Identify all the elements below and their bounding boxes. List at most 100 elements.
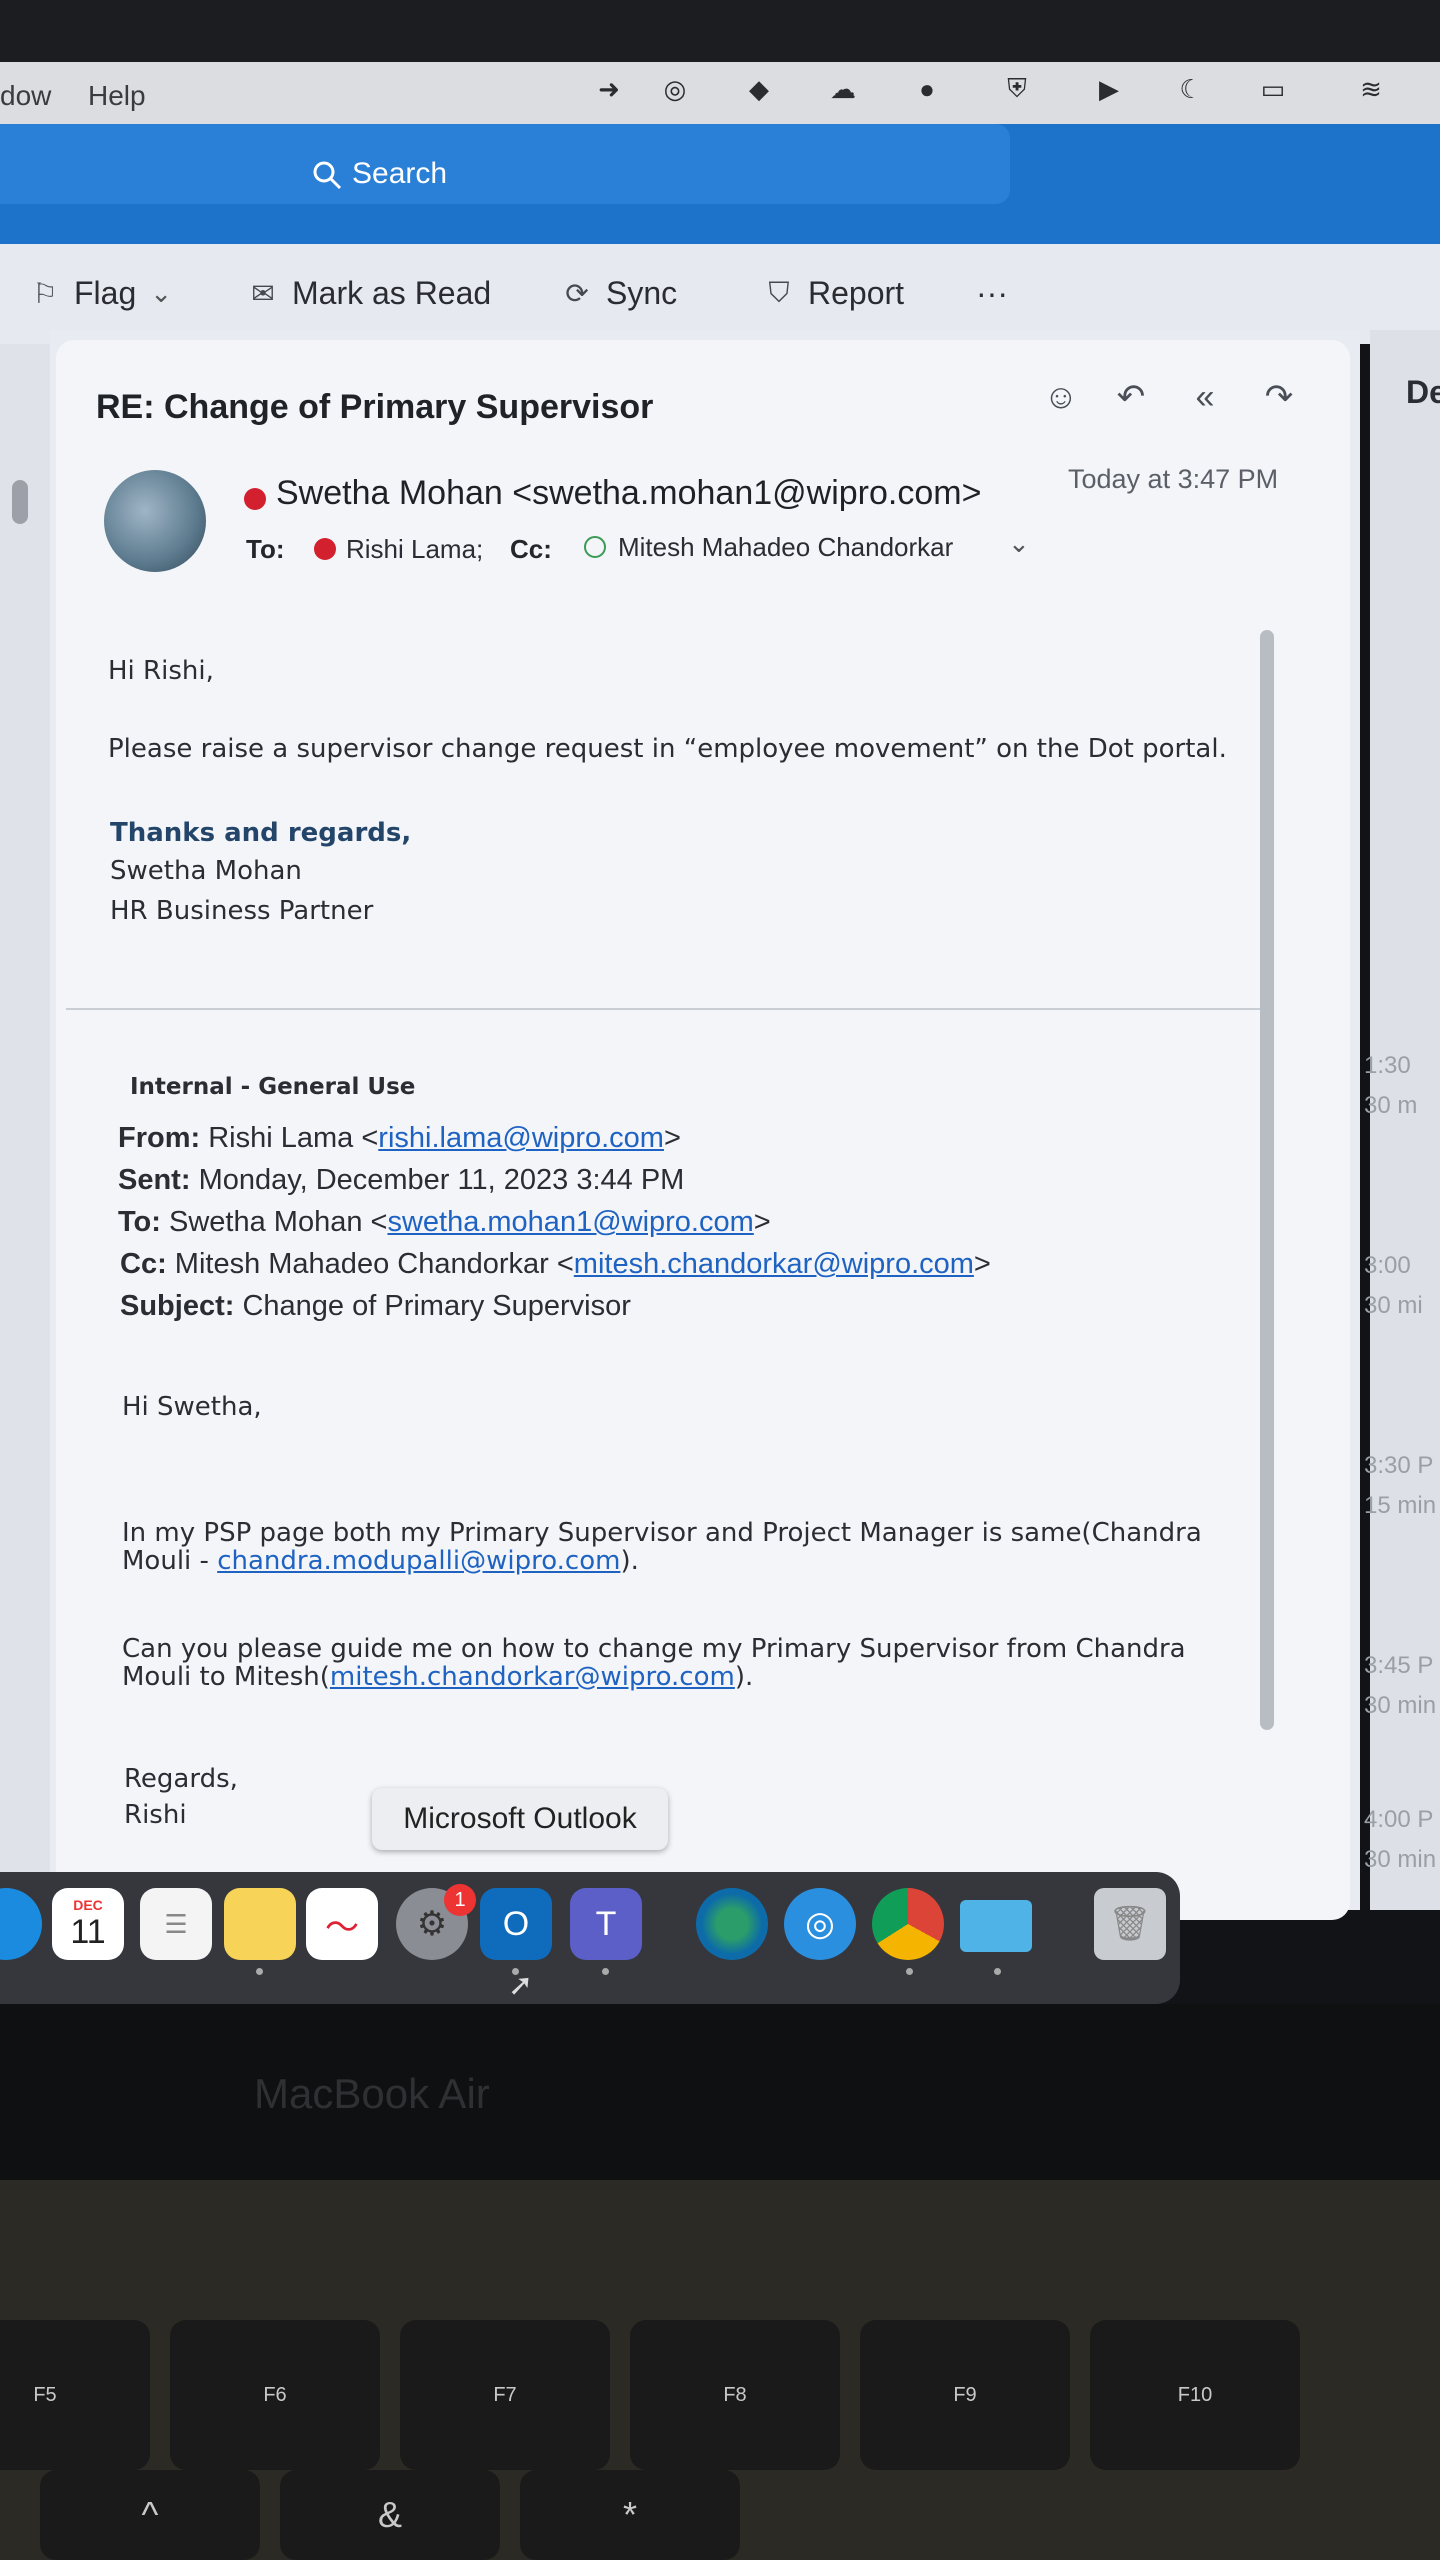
search-icon xyxy=(313,161,342,190)
outlook-icon[interactable]: O xyxy=(480,1888,552,1960)
signature-name: Swetha Mohan xyxy=(110,856,302,886)
email-link[interactable]: chandra.modupalli@wipro.com xyxy=(217,1546,620,1576)
quoted-greeting: Hi Swetha, xyxy=(122,1392,262,1422)
quoted-from-name: Rishi Lama < xyxy=(208,1122,379,1154)
quoted-cc-email-link[interactable]: mitesh.chandorkar@wipro.com xyxy=(574,1248,974,1280)
recipient-to[interactable]: Rishi Lama; xyxy=(346,534,483,565)
quoted-from-email-link[interactable]: rishi.lama@wipro.com xyxy=(378,1122,664,1154)
reply-icon[interactable]: ↶ xyxy=(1108,374,1154,420)
spiral-status-icon[interactable]: ◎ xyxy=(656,70,694,108)
key-caret[interactable]: ^ xyxy=(40,2470,260,2560)
quoted-to-line: To: Swetha Mohan <swetha.mohan1@wipro.co… xyxy=(118,1206,771,1238)
calendar-duration: 30 min xyxy=(1364,1692,1437,1719)
teams-icon[interactable]: T xyxy=(570,1888,642,1960)
quoted-subject-label: Subject: xyxy=(120,1290,235,1322)
chrome-icon[interactable] xyxy=(872,1888,944,1960)
quoted-to-email-link[interactable]: swetha.mohan1@wipro.com xyxy=(387,1206,753,1238)
key-f6[interactable]: F6 xyxy=(170,2320,380,2470)
quoted-to-name: Swetha Mohan < xyxy=(169,1206,388,1238)
quoted-signature: Rishi xyxy=(124,1800,187,1830)
quoted-text: ). xyxy=(620,1546,639,1576)
running-indicator xyxy=(994,1968,1001,1975)
battery-icon[interactable]: ▭ xyxy=(1254,70,1292,108)
mark-as-read-button[interactable]: ✉ Mark as Read xyxy=(248,268,491,318)
chevron-down-icon[interactable]: ⌄ xyxy=(1008,528,1030,559)
key-label: F10 xyxy=(1177,2383,1213,2406)
quoted-regards: Regards, xyxy=(124,1764,238,1794)
quoted-subject-line: Subject: Change of Primary Supervisor xyxy=(120,1290,631,1323)
wifi-icon[interactable]: ≋ xyxy=(1352,70,1390,108)
quote-divider xyxy=(66,1008,1262,1010)
app-status-icon[interactable]: ◆ xyxy=(740,70,778,108)
freeform-icon[interactable]: 〜 xyxy=(306,1888,378,1960)
calendar-duration: 30 m xyxy=(1364,1092,1418,1119)
webex-icon[interactable]: ◎ xyxy=(784,1888,856,1960)
key-f9[interactable]: F9 xyxy=(860,2320,1070,2470)
calendar-time: 3:00 xyxy=(1364,1252,1411,1279)
running-indicator xyxy=(906,1968,913,1975)
moon-icon[interactable]: ☾ xyxy=(1172,70,1210,108)
flag-button[interactable]: ⚐ Flag ⌄ xyxy=(30,268,172,318)
play-status-icon[interactable]: ▶ xyxy=(1090,70,1128,108)
quoted-subject-value: Change of Primary Supervisor xyxy=(242,1290,631,1322)
agent-status-icon[interactable]: ● xyxy=(908,70,946,108)
key-ampersand[interactable]: & xyxy=(280,2470,500,2560)
shield-status-icon[interactable]: ⛨ xyxy=(998,70,1036,108)
presence-available-icon xyxy=(584,536,606,558)
quoted-sent-line: Sent: Monday, December 11, 2023 3:44 PM xyxy=(118,1164,684,1197)
browser-app-icon[interactable] xyxy=(696,1888,768,1960)
notification-badge: 1 xyxy=(444,1884,476,1916)
search-box[interactable] xyxy=(0,124,1010,204)
notes-icon[interactable] xyxy=(224,1888,296,1960)
key-label: * xyxy=(622,2494,637,2535)
menu-item-help[interactable]: Help xyxy=(88,80,146,112)
recipient-cc[interactable]: Mitesh Mahadeo Chandorkar xyxy=(618,532,953,563)
avatar[interactable] xyxy=(104,470,206,572)
reply-all-icon[interactable]: « xyxy=(1182,374,1228,420)
screen-sharing-icon[interactable] xyxy=(960,1900,1032,1952)
key-asterisk[interactable]: * xyxy=(520,2470,740,2560)
arrow-status-icon[interactable]: ➜ xyxy=(590,70,628,108)
device-label: MacBook Air xyxy=(254,2070,490,2117)
emoji-reaction-icon[interactable]: ☺ xyxy=(1038,374,1084,420)
key-label: F7 xyxy=(493,2383,517,2406)
sender-name[interactable]: Swetha Mohan <swetha.mohan1@wipro.com> xyxy=(276,474,981,513)
cc-label: Cc: xyxy=(510,534,552,564)
calendar-header: De xyxy=(1406,374,1440,410)
more-options-button[interactable]: ··· xyxy=(976,268,1008,318)
key-f7[interactable]: F7 xyxy=(400,2320,610,2470)
calendar-time: 3:30 P xyxy=(1364,1452,1434,1479)
quoted-cc-label: Cc: xyxy=(120,1248,167,1280)
to-label: To: xyxy=(246,534,285,564)
forward-icon[interactable]: ↷ xyxy=(1256,374,1302,420)
screen-bezel-bottom xyxy=(0,2004,1440,2180)
key-label: & xyxy=(377,2494,402,2535)
menu-item-window[interactable]: dow xyxy=(0,80,51,112)
calendar-icon[interactable]: DEC 11 xyxy=(52,1888,124,1960)
quoted-sent-label: Sent: xyxy=(118,1164,191,1196)
key-label: ^ xyxy=(141,2494,159,2535)
calendar-time: 3:45 P xyxy=(1364,1652,1434,1679)
message-list-scrollbar[interactable] xyxy=(12,480,28,524)
email-link[interactable]: mitesh.chandorkar@wipro.com xyxy=(330,1662,735,1692)
calendar-time: 4:00 P xyxy=(1364,1806,1434,1833)
report-button[interactable]: ⛉ Report xyxy=(764,268,904,318)
cloud-status-icon[interactable]: ☁ xyxy=(824,70,862,108)
key-f5[interactable]: F5 xyxy=(0,2320,150,2470)
message-timestamp: Today at 3:47 PM xyxy=(1068,464,1279,494)
more-icon: ··· xyxy=(976,274,1008,311)
sync-button[interactable]: ⟳ Sync xyxy=(562,268,677,318)
key-label: F5 xyxy=(33,2383,57,2406)
quoted-paragraph-2: Can you please guide me on how to change… xyxy=(122,1634,1186,1664)
report-label: Report xyxy=(808,274,905,311)
key-f8[interactable]: F8 xyxy=(630,2320,840,2470)
message-scrollbar[interactable] xyxy=(1260,630,1274,1730)
message-subject: RE: Change of Primary Supervisor xyxy=(96,388,654,426)
reminders-icon[interactable]: ☰ xyxy=(140,1888,212,1960)
calendar-duration: 30 mi xyxy=(1364,1292,1423,1319)
key-f10[interactable]: F10 xyxy=(1090,2320,1300,2470)
chevron-down-icon[interactable]: ⌄ xyxy=(150,278,172,309)
calendar-duration: 30 min xyxy=(1364,1846,1437,1873)
trash-icon[interactable]: 🗑 xyxy=(1094,1888,1166,1960)
screen-bezel-top xyxy=(0,0,1440,62)
